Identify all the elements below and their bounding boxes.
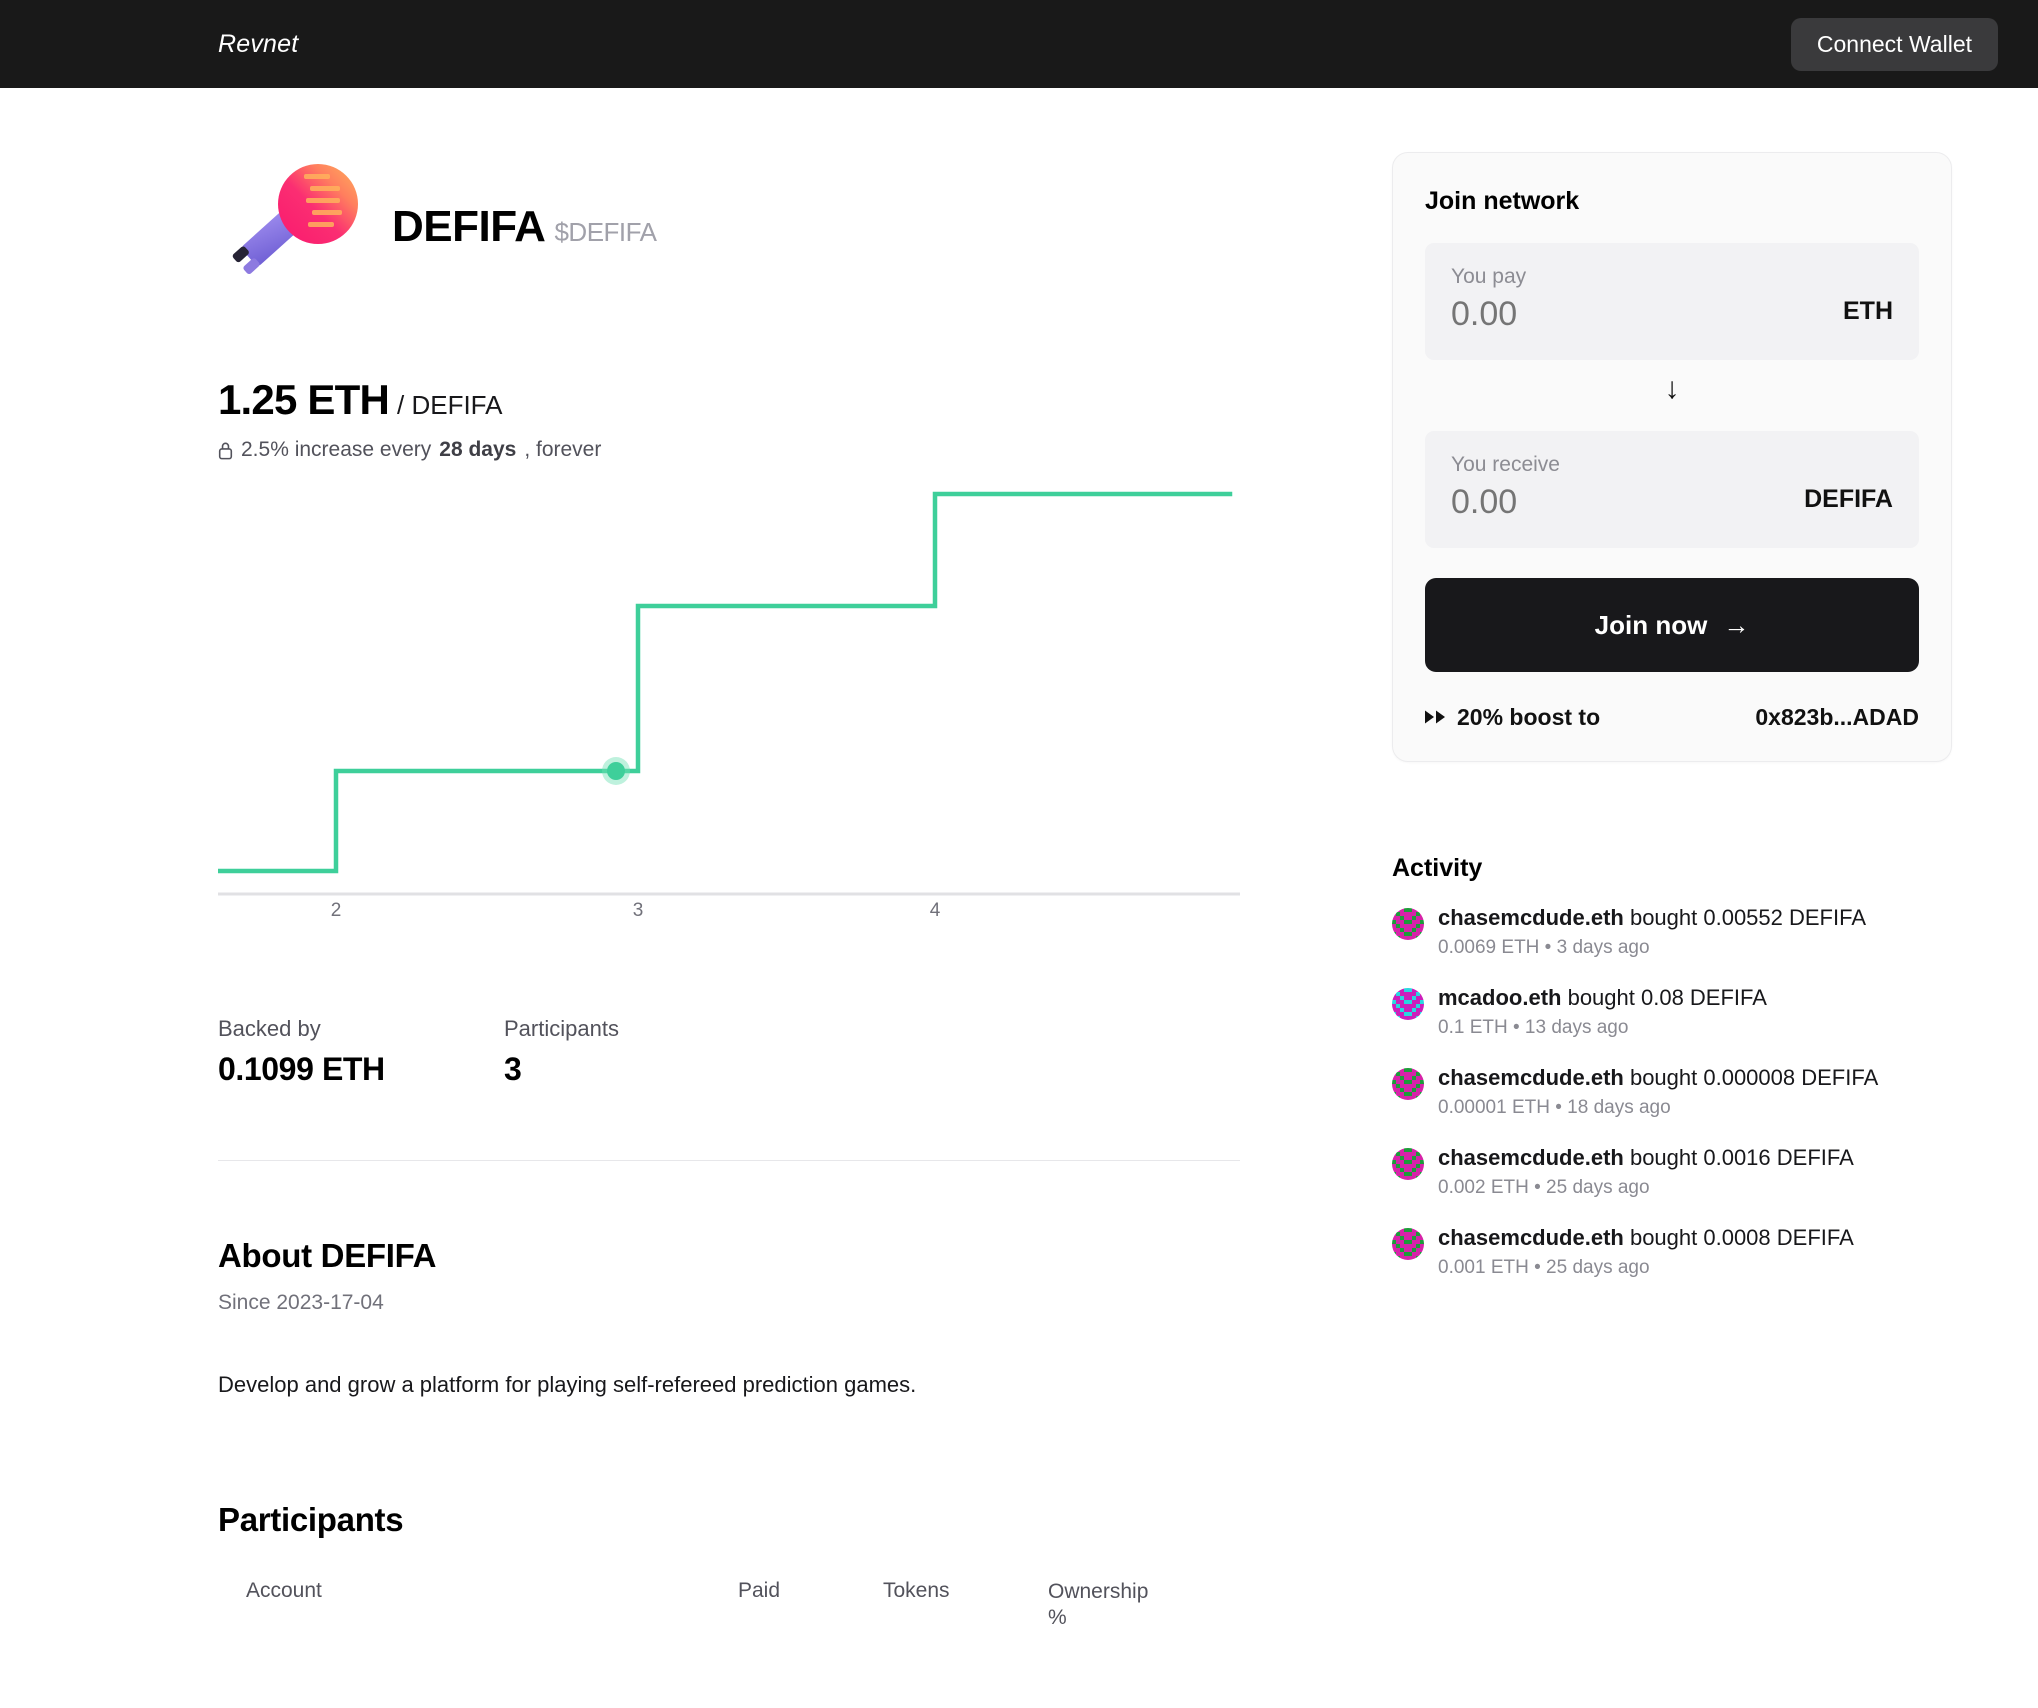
- column-header-paid[interactable]: Paid: [738, 1579, 883, 1632]
- activity-item[interactable]: chasemcdude.eth bought 0.000008 DEFIFA 0.…: [1392, 1065, 1952, 1119]
- lock-icon: [218, 441, 233, 460]
- boost-left: 20% boost to: [1425, 704, 1600, 731]
- activity-list: chasemcdude.eth bought 0.00552 DEFIFA 0.0…: [1392, 905, 1952, 1279]
- participants-title: Participants: [218, 1501, 1240, 1539]
- stat-value: 0.1099 ETH: [218, 1051, 504, 1088]
- join-network-title: Join network: [1425, 187, 1919, 216]
- avatar-blockie-icon: [1392, 1228, 1424, 1260]
- you-receive-currency: DEFIFA: [1804, 485, 1893, 514]
- price-block: 1.25 ETH / DEFIFA 2.5% increase every 28…: [218, 376, 1240, 462]
- x-tick-label: 2: [331, 900, 342, 922]
- connect-wallet-button[interactable]: Connect Wallet: [1791, 18, 1998, 71]
- avatar-blockie-icon: [1392, 1068, 1424, 1100]
- main-column: DEFIFA $DEFIFA 1.25 ETH / DEFIFA 2.5% inc…: [218, 88, 1240, 1708]
- activity-text: mcadoo.eth bought 0.08 DEFIFA: [1438, 985, 1767, 1010]
- participants-table: Account Paid Tokens Ownership %: [218, 1579, 1240, 1632]
- stat-label: Backed by: [218, 1016, 504, 1042]
- price-step-chart[interactable]: 2 3 4: [218, 476, 1240, 936]
- you-pay-currency: ETH: [1843, 297, 1893, 326]
- activity-action: bought 0.00552 DEFIFA: [1624, 905, 1866, 930]
- activity-text: chasemcdude.eth bought 0.00552 DEFIFA: [1438, 905, 1866, 930]
- you-pay-left: You pay: [1451, 265, 1771, 334]
- price-denominator: / DEFIFA: [397, 390, 502, 421]
- arrow-right-icon: →: [1723, 610, 1749, 641]
- page-body: DEFIFA $DEFIFA 1.25 ETH / DEFIFA 2.5% inc…: [0, 88, 2038, 1708]
- top-navigation-bar: Revnet Connect Wallet: [0, 0, 2038, 88]
- boost-row: 20% boost to 0x823b...ADAD: [1425, 704, 1919, 731]
- activity-actor[interactable]: chasemcdude.eth: [1438, 1145, 1624, 1170]
- activity-text: chasemcdude.eth bought 0.0008 DEFIFA: [1438, 1225, 1854, 1250]
- join-now-label: Join now: [1595, 610, 1708, 641]
- activity-actor[interactable]: chasemcdude.eth: [1438, 905, 1624, 930]
- activity-title: Activity: [1392, 854, 1952, 883]
- you-receive-label: You receive: [1451, 453, 1771, 477]
- project-name-text: DEFIFA: [392, 202, 545, 251]
- avatar-blockie-icon: [1392, 1148, 1424, 1180]
- about-since: Since 2023-17-04: [218, 1291, 1240, 1315]
- activity-actor[interactable]: chasemcdude.eth: [1438, 1225, 1624, 1250]
- activity-detail: 0.1 ETH • 13 days ago: [1438, 1017, 1767, 1039]
- price-rate-suffix: , forever: [524, 438, 601, 462]
- you-pay-input[interactable]: [1451, 295, 1771, 334]
- activity-text: chasemcdude.eth bought 0.0016 DEFIFA: [1438, 1145, 1854, 1170]
- participants-table-header: Account Paid Tokens Ownership %: [218, 1579, 1240, 1632]
- activity-item[interactable]: mcadoo.eth bought 0.08 DEFIFA 0.1 ETH • 1…: [1392, 985, 1952, 1039]
- price-rate-period: 28 days: [439, 438, 516, 462]
- activity-item[interactable]: chasemcdude.eth bought 0.0008 DEFIFA 0.00…: [1392, 1225, 1952, 1279]
- avatar-blockie-icon: [1392, 988, 1424, 1020]
- activity-text: chasemcdude.eth bought 0.000008 DEFIFA: [1438, 1065, 1878, 1090]
- sidebar-column: Join network You pay ETH ↓ You receive D…: [1392, 88, 1952, 1708]
- price-amount: 1.25 ETH: [218, 376, 389, 424]
- activity-item[interactable]: chasemcdude.eth bought 0.0016 DEFIFA 0.00…: [1392, 1145, 1952, 1199]
- project-ticker: $DEFIFA: [554, 217, 656, 247]
- project-name: DEFIFA $DEFIFA: [392, 205, 656, 249]
- arrow-down-icon: ↓: [1425, 374, 1919, 404]
- column-header-tokens[interactable]: Tokens: [883, 1579, 1048, 1632]
- about-description: Develop and grow a platform for playing …: [218, 1370, 1240, 1401]
- activity-item[interactable]: chasemcdude.eth bought 0.00552 DEFIFA 0.0…: [1392, 905, 1952, 959]
- you-pay-box[interactable]: You pay ETH: [1425, 243, 1919, 360]
- activity-action: bought 0.000008 DEFIFA: [1624, 1065, 1878, 1090]
- avatar-blockie-icon: [1392, 908, 1424, 940]
- section-divider: [218, 1160, 1240, 1161]
- x-tick-label: 4: [930, 900, 941, 922]
- stat-label: Participants: [504, 1016, 619, 1042]
- about-title: About DEFIFA: [218, 1237, 1240, 1275]
- x-tick-label: 3: [633, 900, 644, 922]
- activity-section: Activity chasemcdude.eth bought 0.00552 …: [1392, 854, 1952, 1279]
- price-row: 1.25 ETH / DEFIFA: [218, 376, 1240, 424]
- column-header-account[interactable]: Account: [218, 1579, 738, 1632]
- boost-text: 20% boost to: [1457, 704, 1600, 731]
- brand-logo[interactable]: Revnet: [218, 30, 298, 59]
- about-section: About DEFIFA Since 2023-17-04 Develop an…: [218, 1237, 1240, 1401]
- you-receive-left: You receive: [1451, 453, 1771, 522]
- activity-actor[interactable]: chasemcdude.eth: [1438, 1065, 1624, 1090]
- activity-detail: 0.002 ETH • 25 days ago: [1438, 1177, 1854, 1199]
- fast-forward-icon: [1425, 704, 1447, 731]
- you-receive-box[interactable]: You receive DEFIFA: [1425, 431, 1919, 548]
- stat-backed-by: Backed by 0.1099 ETH: [218, 1016, 504, 1088]
- stat-value: 3: [504, 1051, 619, 1088]
- project-header: DEFIFA $DEFIFA: [218, 152, 1240, 302]
- boost-address[interactable]: 0x823b...ADAD: [1755, 704, 1919, 731]
- activity-action: bought 0.0008 DEFIFA: [1624, 1225, 1854, 1250]
- stat-participants: Participants 3: [504, 1016, 619, 1088]
- activity-detail: 0.001 ETH • 25 days ago: [1438, 1257, 1854, 1279]
- price-rate-prefix: 2.5% increase every: [241, 438, 431, 462]
- activity-action: bought 0.08 DEFIFA: [1561, 985, 1766, 1010]
- join-now-button[interactable]: Join now →: [1425, 578, 1919, 672]
- activity-detail: 0.00001 ETH • 18 days ago: [1438, 1097, 1878, 1119]
- stats-row: Backed by 0.1099 ETH Participants 3: [218, 1016, 1240, 1088]
- column-header-ownership[interactable]: Ownership %: [1048, 1579, 1168, 1632]
- activity-actor[interactable]: mcadoo.eth: [1438, 985, 1561, 1010]
- activity-action: bought 0.0016 DEFIFA: [1624, 1145, 1854, 1170]
- price-rate-note: 2.5% increase every 28 days , forever: [218, 438, 1240, 462]
- defifa-paddle-logo-icon: [218, 162, 378, 292]
- activity-detail: 0.0069 ETH • 3 days ago: [1438, 937, 1866, 959]
- participants-section: Participants Account Paid Tokens Ownersh…: [218, 1501, 1240, 1632]
- you-pay-label: You pay: [1451, 265, 1771, 289]
- you-receive-input[interactable]: [1451, 483, 1771, 522]
- join-network-card: Join network You pay ETH ↓ You receive D…: [1392, 152, 1952, 762]
